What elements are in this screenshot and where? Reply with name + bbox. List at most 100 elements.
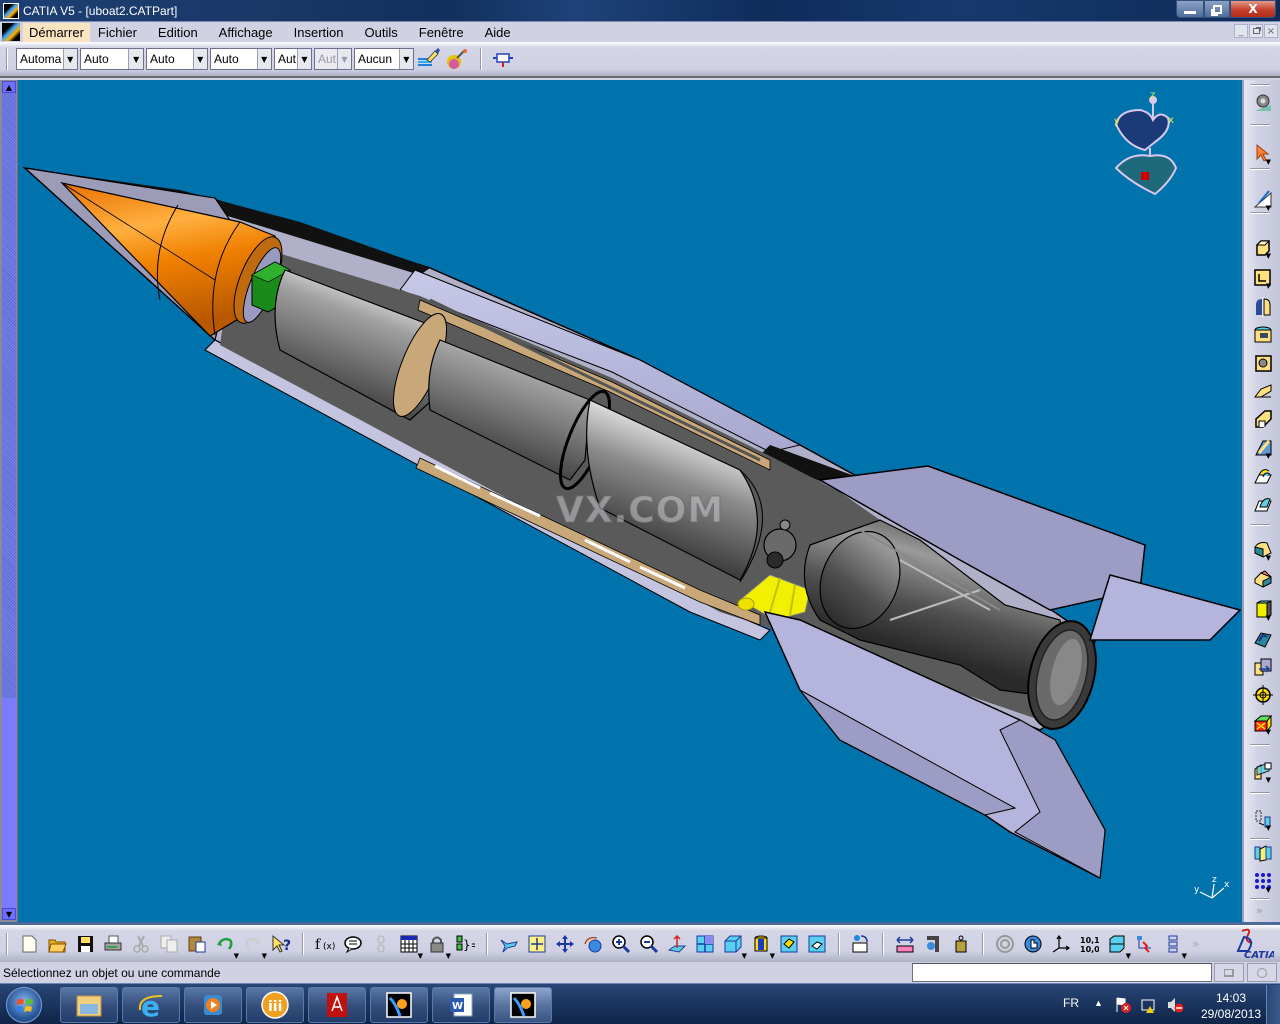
show-desktop-button[interactable] <box>1266 985 1280 1024</box>
compass-widget[interactable]: z y x <box>1100 90 1190 200</box>
menu-aide[interactable]: Aide <box>479 23 517 42</box>
network-warning-icon[interactable] <box>1140 996 1158 1014</box>
painter-brush-icon[interactable] <box>416 47 442 71</box>
taskbar-media-player[interactable] <box>184 987 242 1023</box>
3d-viewport[interactable]: VX.COM z y x z y x <box>18 80 1242 922</box>
formula-icon[interactable]: f (x) <box>312 931 338 957</box>
menu-insertion[interactable]: Insertion <box>288 23 350 42</box>
rendering-style-combo[interactable]: Aucun ▼ <box>354 48 414 70</box>
select-arrow-icon[interactable]: ▼ <box>1252 142 1274 166</box>
open-icon[interactable] <box>44 931 70 957</box>
doc-close-button[interactable]: × <box>1264 24 1278 38</box>
taskbar-catia-2[interactable] <box>494 987 552 1023</box>
zoom-in-icon[interactable] <box>608 931 634 957</box>
toolbar-grip[interactable] <box>882 932 884 955</box>
paste-icon[interactable] <box>184 931 210 957</box>
fill-color-combo[interactable]: Automa ▼ <box>16 48 78 70</box>
pocket-icon[interactable]: ▼ <box>1252 266 1274 290</box>
save-icon[interactable] <box>72 931 98 957</box>
draft-icon[interactable]: ▼ <box>1252 598 1274 622</box>
connect-checker-icon[interactable] <box>1132 931 1158 957</box>
vertical-scrollbar[interactable]: ▲ ▼ <box>0 80 18 922</box>
undo-icon[interactable]: ▼ <box>212 931 239 960</box>
multi-view-icon[interactable] <box>692 931 718 957</box>
menu-fenetre[interactable]: Fenêtre <box>413 23 470 42</box>
transparency-combo[interactable]: Auto ▼ <box>146 48 208 70</box>
toolbar-grip[interactable] <box>302 932 304 955</box>
chevron-down-icon[interactable]: ▼ <box>128 49 143 69</box>
thickness-icon[interactable] <box>1252 656 1274 678</box>
slot-icon[interactable] <box>1252 408 1274 430</box>
taskbar-lotus-symphony[interactable]: iii <box>246 987 304 1023</box>
chevron-down-icon[interactable]: ▼ <box>398 49 413 69</box>
split-icon[interactable]: ▼ <box>1252 760 1274 784</box>
chevron-down-icon[interactable]: ▼ <box>62 49 77 69</box>
close-button[interactable]: X <box>1230 0 1276 18</box>
fly-mode-icon[interactable] <box>496 931 522 957</box>
rectangular-pattern-icon[interactable]: ▼ <box>1252 870 1274 894</box>
menu-fichier[interactable]: Fichier <box>92 23 143 42</box>
line-thickness-combo[interactable]: Auto ▼ <box>210 48 272 70</box>
rotate-icon[interactable] <box>580 931 606 957</box>
iso-view-icon[interactable]: ▼ <box>720 931 747 960</box>
maximize-button[interactable] <box>1204 0 1230 18</box>
taskbar-catia-1[interactable] <box>370 987 428 1023</box>
edge-fillet-icon[interactable]: ▼ <box>1252 538 1274 562</box>
normal-view-icon[interactable] <box>664 931 690 957</box>
multi-sections-solid-icon[interactable] <box>1252 464 1274 486</box>
language-indicator[interactable]: FR <box>1063 996 1079 1010</box>
fit-all-icon[interactable] <box>524 931 550 957</box>
action-center-icon[interactable] <box>1114 996 1132 1014</box>
axis-system-icon[interactable] <box>1048 931 1074 957</box>
shaft-icon[interactable] <box>1252 296 1274 318</box>
toolbar-grip[interactable] <box>486 932 488 955</box>
tree-icon[interactable]: ▼ <box>1160 931 1187 960</box>
sketcher-gear-icon[interactable] <box>1252 92 1274 114</box>
whats-this-icon[interactable]: ? <box>268 931 294 957</box>
toolbar-overflow-icon[interactable]: » <box>1256 904 1263 917</box>
line-type-combo[interactable]: Aut ▼ <box>274 48 312 70</box>
stiffener-icon[interactable]: ▼ <box>1252 436 1274 460</box>
translation-icon[interactable]: ▼ <box>1252 808 1274 832</box>
menu-outils[interactable]: Outils <box>359 23 404 42</box>
fin-right[interactable] <box>1088 574 1242 641</box>
toolbar-overflow-icon[interactable]: » <box>1192 937 1199 951</box>
toolbar-grip[interactable] <box>982 932 984 955</box>
taskbar-adobe-reader[interactable] <box>308 987 366 1023</box>
line-color-combo[interactable]: Auto ▼ <box>80 48 144 70</box>
rib-icon[interactable] <box>1252 380 1274 402</box>
copy-format-icon[interactable] <box>444 47 470 71</box>
minimize-button[interactable] <box>1176 0 1204 18</box>
measure-item-icon[interactable] <box>920 931 946 957</box>
remove-face-icon[interactable]: ▼ <box>1252 712 1274 736</box>
toolbar-grip[interactable] <box>6 48 8 70</box>
toolbar-grip[interactable] <box>838 932 840 955</box>
hide-show-icon[interactable] <box>776 931 802 957</box>
table-icon[interactable]: ▼ <box>396 931 423 960</box>
start-button[interactable] <box>6 987 42 1023</box>
manipulation-icon[interactable] <box>1020 931 1046 957</box>
print-icon[interactable] <box>100 931 126 957</box>
chevron-down-icon[interactable]: ▼ <box>192 49 207 69</box>
doc-minimize-button[interactable]: _ <box>1234 24 1248 38</box>
swap-visible-icon[interactable] <box>804 931 830 957</box>
measure-inertia-icon[interactable] <box>948 931 974 957</box>
zoom-out-icon[interactable] <box>636 931 662 957</box>
pan-icon[interactable] <box>552 931 578 957</box>
document-icon[interactable] <box>2 23 20 41</box>
scroll-down-button[interactable]: ▼ <box>2 908 16 920</box>
measure-between-icon[interactable] <box>892 931 918 957</box>
toolbar-grip[interactable] <box>480 48 482 70</box>
analysis-icon[interactable]: 10,1 10,0 <box>1076 931 1102 957</box>
menu-edition[interactable]: Edition <box>152 23 204 42</box>
taskbar-internet-explorer[interactable]: e <box>122 987 180 1023</box>
shell-icon[interactable] <box>1252 628 1274 650</box>
taskbar-explorer[interactable] <box>60 987 118 1023</box>
mirror-icon[interactable] <box>1252 842 1274 864</box>
scroll-track[interactable] <box>2 93 16 698</box>
view-mode-icon[interactable] <box>490 47 516 71</box>
catalog-browser-icon[interactable] <box>992 931 1018 957</box>
menu-affichage[interactable]: Affichage <box>213 23 279 42</box>
clock[interactable]: 14:03 29/08/2013 <box>1196 990 1266 1022</box>
toolbar-grip[interactable] <box>6 932 8 955</box>
